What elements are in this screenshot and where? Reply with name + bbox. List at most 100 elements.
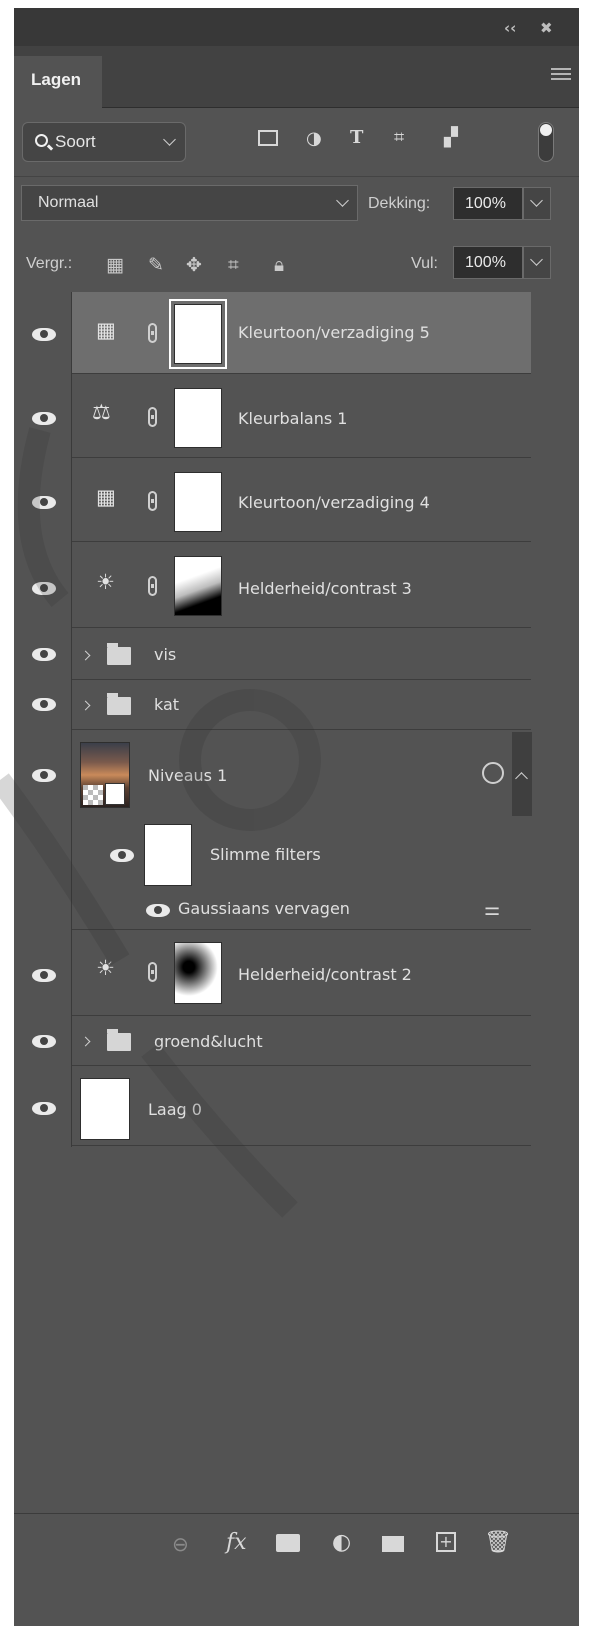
layer-name[interactable]: Kleurtoon/verzadiging 4 [238,493,430,512]
fill-label: Vul: [411,255,438,272]
folder-icon [107,643,131,665]
panel-top-bar: ‹‹ ✖ [14,8,579,46]
lock-all-icon[interactable]: 🔒︎ [274,254,284,276]
filter-mask-thumbnail[interactable] [144,824,192,886]
color-balance-icon: ⚖ [92,400,111,424]
group-row[interactable] [72,1016,531,1066]
chevron-up-icon [515,772,528,785]
hue-saturation-icon: ▦ [96,318,116,342]
chevron-down-icon [163,133,176,146]
type-filter-icon[interactable]: T [350,127,363,148]
layer-name[interactable]: Niveaus 1 [148,766,227,785]
fx-icon[interactable]: fx [226,1530,247,1555]
lock-position-icon[interactable]: ✥ [186,254,202,276]
panel-footer [14,1578,579,1626]
filter-options-icon[interactable]: ⚌ [484,899,500,920]
smart-object-icon [105,783,125,805]
layer-name[interactable]: Helderheid/contrast 3 [238,579,412,598]
eye-icon[interactable] [32,698,56,711]
filter-kind-label: Soort [55,132,96,151]
blend-mode-value: Normaal [38,194,99,211]
shape-filter-icon[interactable]: ⌗ [394,127,404,148]
eye-icon[interactable] [32,496,56,509]
eye-icon[interactable] [146,904,170,917]
transparency-checker [83,785,103,805]
pixel-filter-icon[interactable] [258,130,278,146]
blend-mode-select[interactable]: Normaal [21,185,358,221]
folder-icon [107,1029,131,1051]
eye-icon[interactable] [32,769,56,782]
blend-row: Normaal Dekking: 100% [14,176,579,234]
layer-mask-thumbnail[interactable] [169,299,227,369]
layer-name[interactable]: kat [154,695,179,714]
layer-mask-thumbnail[interactable] [174,388,222,448]
link-icon[interactable] [148,323,157,343]
filter-name[interactable]: Gaussiaans vervagen [178,899,350,918]
layer-name[interactable]: Laag 0 [148,1100,202,1119]
opacity-label: Dekking: [368,195,431,212]
eye-icon[interactable] [32,648,56,661]
filter-row: Soort ◑ T ⌗ ▞ [14,108,579,176]
layer-name[interactable]: Kleurtoon/verzadiging 5 [238,323,430,342]
layer-mask-thumbnail[interactable] [174,556,222,616]
link-icon[interactable] [148,491,157,511]
group-row[interactable] [72,628,531,680]
lock-row: Vergr.: ▦ ✎ ✥ ⌗ 🔒︎ Vul: 100% [14,234,579,292]
eye-icon[interactable] [110,849,134,862]
link-icon[interactable] [148,576,157,596]
fill-input[interactable]: 100% [453,246,523,279]
layers-list: ▦ Kleurtoon/verzadiging 5 ⚖ Kleurbalans … [14,292,579,1147]
collapse-filters-strip[interactable] [512,732,532,816]
link-icon[interactable] [148,962,157,982]
folder-icon [107,693,131,715]
fill-dropdown[interactable] [523,246,551,279]
link-icon[interactable] [148,407,157,427]
layer-name[interactable]: Slimme filters [210,845,321,864]
panel-menu-icon[interactable] [551,68,571,83]
adjustment-filter-icon[interactable]: ◑ [306,128,322,149]
eye-icon[interactable] [32,1102,56,1115]
new-layer-icon[interactable]: + [436,1532,456,1552]
link-layers-icon[interactable]: ⊖ [172,1532,189,1556]
opacity-input[interactable]: 100% [453,187,523,220]
layers-bottom-toolbar: ⊖ fx ◐ + 🗑︎ [14,1513,579,1573]
layer-thumbnail[interactable] [80,742,130,808]
eye-icon[interactable] [32,412,56,425]
eye-icon[interactable] [32,328,56,341]
trash-icon[interactable]: 🗑︎ [484,1530,512,1555]
eye-icon[interactable] [32,582,56,595]
new-group-icon[interactable] [382,1536,404,1552]
lock-artboard-icon[interactable]: ⌗ [228,254,239,276]
chevron-down-icon [530,253,543,266]
close-icon[interactable]: ✖ [540,19,553,37]
search-icon [35,134,48,147]
collapse-icon[interactable]: ‹‹ [504,19,516,37]
tab-lagen[interactable]: Lagen [14,56,102,108]
layer-name[interactable]: Kleurbalans 1 [238,409,347,428]
filter-kind-select[interactable]: Soort [22,122,186,162]
tab-row: Lagen [14,46,579,108]
filter-toggle[interactable] [538,122,554,162]
eye-icon[interactable] [32,969,56,982]
smart-filter-badge-icon[interactable] [482,762,504,784]
layers-panel: ‹‹ ✖ Lagen Soort ◑ T ⌗ ▞ Normaal Dekking… [14,8,579,1626]
group-row[interactable] [72,680,531,730]
adjustment-layer-icon[interactable]: ◐ [332,1530,351,1555]
layer-thumbnail[interactable] [80,1078,130,1140]
layer-name[interactable]: vis [154,645,176,664]
layer-name[interactable]: groend&lucht [154,1032,263,1051]
lock-transparent-icon[interactable]: ▦ [106,254,124,276]
layer-row[interactable] [72,1066,531,1146]
lock-label: Vergr.: [26,255,73,272]
layer-name[interactable]: Helderheid/contrast 2 [238,965,412,984]
chevron-down-icon [530,194,543,207]
brightness-contrast-icon: ☀ [96,570,115,594]
layer-mask-thumbnail[interactable] [174,942,222,1004]
lock-image-icon[interactable]: ✎ [148,254,164,276]
chevron-down-icon [336,194,349,207]
eye-icon[interactable] [32,1035,56,1048]
smart-object-filter-icon[interactable]: ▞ [444,127,458,148]
opacity-dropdown[interactable] [523,187,551,220]
add-mask-icon[interactable] [276,1534,300,1552]
layer-mask-thumbnail[interactable] [174,472,222,532]
